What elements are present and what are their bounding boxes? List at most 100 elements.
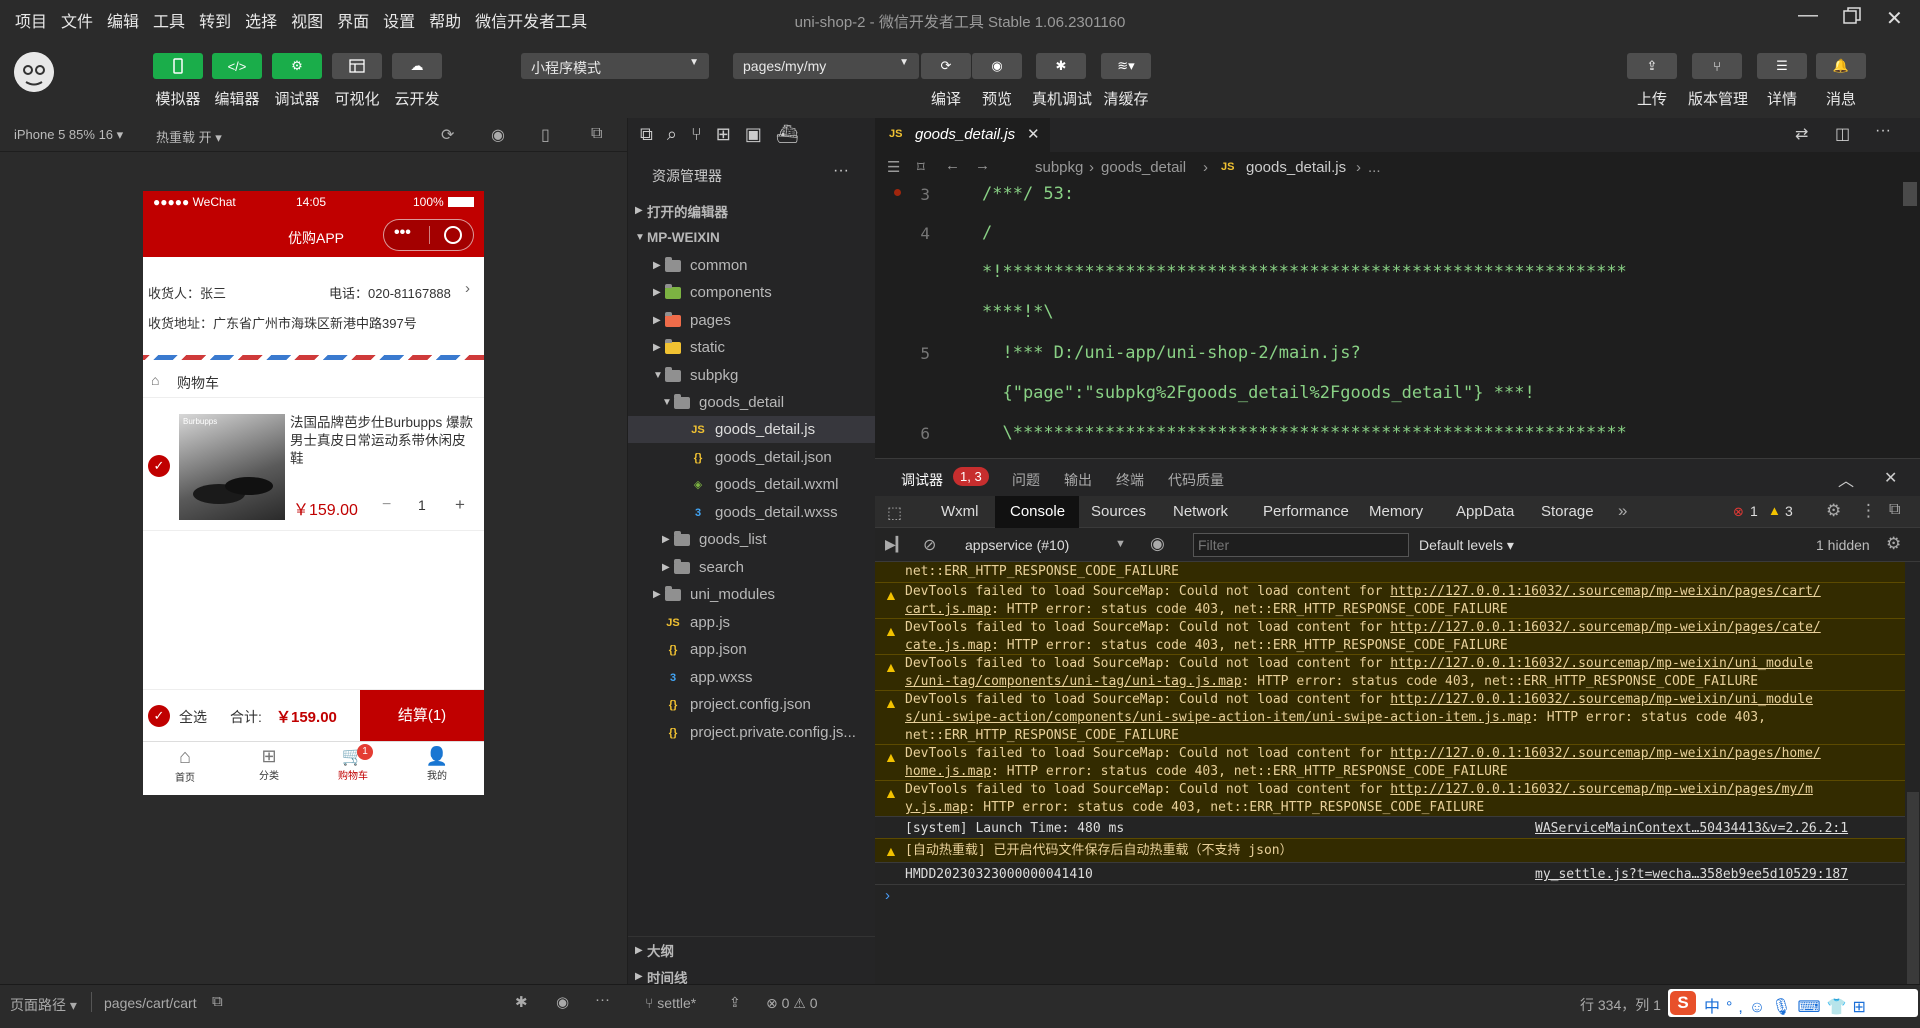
- tree-item-goods-list[interactable]: ▶ goods_list: [628, 526, 876, 553]
- tab-category[interactable]: ⊞ 分类: [247, 746, 291, 782]
- simulator-button[interactable]: [153, 53, 203, 79]
- hotreload-toggle[interactable]: 热重载 开 ▾: [156, 127, 222, 146]
- refresh-icon[interactable]: ⟳: [441, 125, 454, 145]
- tree-item-app-wxss[interactable]: 3 app.wxss: [628, 664, 876, 691]
- eye-icon[interactable]: ◉: [1150, 534, 1165, 554]
- split-editor-icon[interactable]: ◫: [1835, 124, 1850, 144]
- debug-icon[interactable]: ✱: [515, 993, 528, 1011]
- minus-button[interactable]: −: [382, 496, 391, 514]
- list-icon[interactable]: ☰: [887, 158, 900, 176]
- more-icon[interactable]: ···: [1875, 122, 1891, 140]
- warning-count[interactable]: 3: [1785, 503, 1793, 519]
- tab-cart[interactable]: 🛒 购物车 1: [331, 744, 375, 782]
- select-all-label[interactable]: 全选: [179, 707, 207, 727]
- gear-icon[interactable]: ⚙: [1826, 501, 1841, 521]
- error-count[interactable]: 1: [1750, 503, 1758, 519]
- editor-scrollbar[interactable]: [1903, 182, 1917, 206]
- warn-link[interactable]: home.js.map: [905, 764, 991, 779]
- visual-button[interactable]: [332, 53, 382, 79]
- tab-problems[interactable]: 问题: [1012, 470, 1040, 490]
- avatar[interactable]: [14, 52, 54, 92]
- warn-link[interactable]: http://127.0.0.1:16032/.sourcemap/mp-wei…: [1390, 620, 1820, 635]
- console-warning[interactable]: ▲ DevTools failed to load SourceMap: Coul…: [875, 582, 1905, 618]
- popout-icon[interactable]: ⧉: [591, 125, 602, 143]
- breadcrumb-item[interactable]: ...: [1368, 159, 1381, 176]
- tree-item-app-js[interactable]: JS app.js: [628, 609, 876, 636]
- context-select[interactable]: appservice (#10): [965, 537, 1069, 553]
- code-line[interactable]: {"page":"subpkg%2Fgoods_detail%2Fgoods_d…: [982, 383, 1534, 403]
- system-log-source[interactable]: WAServiceMainContext…50434413&v=2.26.2:1: [1535, 820, 1848, 838]
- clear-console-icon[interactable]: ⊘: [923, 535, 936, 555]
- copy-icon[interactable]: ⧉: [212, 993, 223, 1010]
- forward-icon[interactable]: →: [975, 157, 990, 174]
- phone-icon[interactable]: ▯: [541, 125, 550, 145]
- menu-project[interactable]: 项目: [15, 8, 47, 32]
- tree-item-search[interactable]: ▶ search: [628, 554, 876, 581]
- console-warning[interactable]: ▲ DevTools failed to load SourceMap: Coul…: [875, 780, 1905, 816]
- console-warning[interactable]: ▲ DevTools failed to load SourceMap: Coul…: [875, 654, 1905, 690]
- tab-appdata[interactable]: AppData: [1456, 503, 1514, 520]
- minimize-icon[interactable]: —: [1798, 4, 1818, 27]
- warn-link[interactable]: y.js.map: [905, 800, 968, 815]
- code-line[interactable]: /***/ 53:: [982, 184, 1074, 204]
- compare-icon[interactable]: ⇄: [1795, 124, 1808, 144]
- menu-interface[interactable]: 界面: [337, 8, 369, 32]
- tab-network[interactable]: Network: [1173, 503, 1228, 520]
- code-line[interactable]: ****!*\: [982, 302, 1054, 322]
- menu-wechat-devtools[interactable]: 微信开发者工具: [475, 8, 587, 32]
- console-message[interactable]: HMDD20230323000000041410 my_settle.js?t=…: [875, 862, 1905, 884]
- tree-item-static[interactable]: ▶ static: [628, 334, 876, 361]
- more-icon[interactable]: •••: [394, 224, 411, 242]
- tree-item-components[interactable]: ▶ components: [628, 279, 876, 306]
- outline-section[interactable]: ▶ 大纲: [628, 936, 876, 963]
- cursor-position[interactable]: 行 334，列 1: [1580, 995, 1661, 1015]
- docker-icon[interactable]: ⛴: [776, 124, 813, 144]
- chevron-right-icon[interactable]: ›: [465, 280, 470, 297]
- goods-count[interactable]: 1: [418, 497, 426, 513]
- compile-button[interactable]: ⟳: [921, 53, 971, 79]
- sogou-ime-icon[interactable]: S: [1670, 991, 1696, 1015]
- warn-link[interactable]: http://127.0.0.1:16032/.sourcemap/mp-wei…: [1390, 746, 1820, 761]
- chevron-up-icon[interactable]: ︿: [1838, 467, 1854, 491]
- code-line[interactable]: /: [982, 223, 992, 243]
- warn-link[interactable]: s/uni-tag/components/uni-tag/uni-tag.js.…: [905, 674, 1242, 689]
- more-icon[interactable]: ···: [595, 991, 610, 1008]
- console-message[interactable]: net::ERR_HTTP_RESPONSE_CODE_FAILURE: [875, 562, 1905, 582]
- tree-item-goods-detail-wxml[interactable]: ◈ goods_detail.wxml: [628, 471, 876, 498]
- debugger-button[interactable]: ⚙: [272, 53, 322, 79]
- mode-select[interactable]: 小程序模式 ▼: [521, 53, 709, 79]
- breadcrumb-item[interactable]: subpkg: [1035, 159, 1083, 176]
- plus-button[interactable]: +: [455, 495, 465, 515]
- more-icon[interactable]: ···: [833, 162, 849, 180]
- dock-icon[interactable]: ⧉: [1889, 501, 1900, 519]
- console-warning[interactable]: ▲ DevTools failed to load SourceMap: Coul…: [875, 690, 1905, 744]
- filter-input[interactable]: [1193, 533, 1409, 557]
- breadcrumb-item[interactable]: goods_detail.js: [1246, 159, 1346, 176]
- stop-icon[interactable]: ◉: [491, 125, 505, 145]
- warn-link[interactable]: cart.js.map: [905, 602, 991, 617]
- preview-button[interactable]: ◉: [972, 53, 1022, 79]
- editor-tab[interactable]: JS goods_detail.js ✕: [875, 118, 1050, 152]
- git-branch[interactable]: ⑂ settle*: [645, 995, 696, 1011]
- tab-sources[interactable]: Sources: [1091, 503, 1146, 520]
- ime-tools-icon[interactable]: 中°,☺🎙⌨👕⊞: [1704, 993, 1872, 1017]
- close-window-icon[interactable]: ✕: [1886, 6, 1903, 31]
- clear-cache-button[interactable]: ≋▾: [1101, 53, 1151, 79]
- tab-performance[interactable]: Performance: [1263, 503, 1349, 520]
- more-tabs-icon[interactable]: »: [1618, 501, 1627, 521]
- search-icon[interactable]: ⌕: [667, 124, 691, 144]
- goods-image[interactable]: Burbupps: [179, 414, 285, 520]
- warn-link[interactable]: s/uni-swipe-action/components/uni-swipe-…: [905, 710, 1531, 725]
- sidebar-toggle-icon[interactable]: ▶▎: [885, 536, 907, 553]
- sync-icon[interactable]: ⇪: [729, 994, 741, 1011]
- close-panel-icon[interactable]: ✕: [1884, 468, 1897, 488]
- capsule-button[interactable]: •••: [383, 219, 474, 251]
- breadcrumb-item[interactable]: goods_detail: [1101, 159, 1186, 176]
- select-all-check-icon[interactable]: ✓: [148, 705, 170, 727]
- close-tab-icon[interactable]: ✕: [1027, 125, 1040, 143]
- git-icon[interactable]: ⑂: [691, 124, 716, 144]
- page-path-select[interactable]: 页面路径 ▾: [10, 995, 77, 1015]
- inspect-icon[interactable]: ⬚: [887, 503, 902, 523]
- cloud-button[interactable]: ☁: [392, 53, 442, 79]
- tab-my[interactable]: 👤 我的: [415, 746, 459, 782]
